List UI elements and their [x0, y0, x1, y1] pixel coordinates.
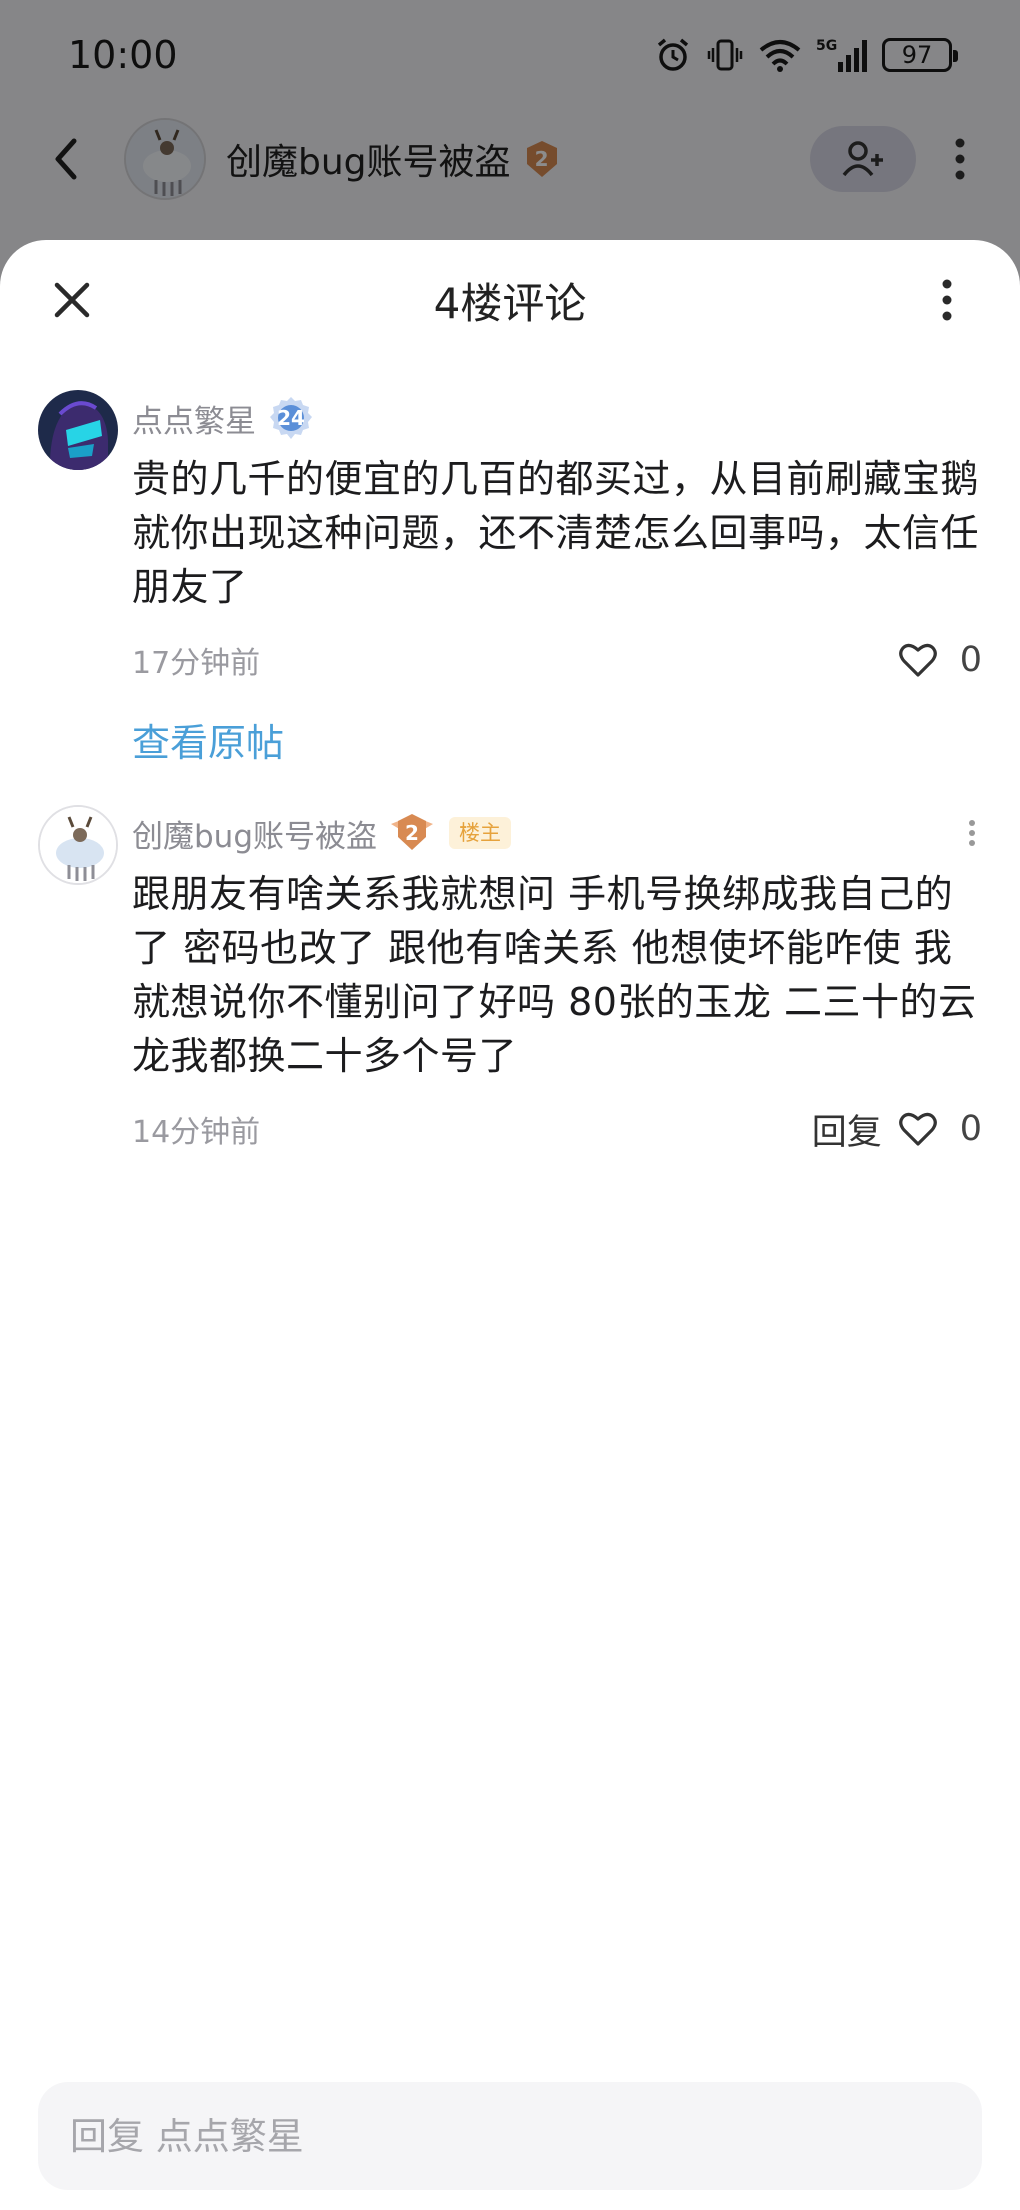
comment-text: 贵的几千的便宜的几百的都买过，从目前刷藏宝鹅就你出现这种问题，还不清楚怎么回事吗…: [132, 457, 980, 609]
comment-header: 点点繁星 24: [132, 390, 982, 446]
avatar[interactable]: [38, 390, 118, 470]
level-number: 2: [405, 821, 419, 845]
owner-tag: 楼主: [449, 817, 512, 849]
heart-icon[interactable]: [898, 641, 938, 679]
more-vertical-icon: [969, 820, 975, 846]
like-count: 0: [959, 1109, 982, 1149]
like-count: 0: [959, 640, 982, 680]
comment-footer: 14分钟前 回复 0: [132, 1099, 982, 1159]
sheet-header: 4楼评论: [0, 240, 1020, 360]
comment-author[interactable]: 创魔bug账号被盗: [132, 811, 377, 856]
comment-text: 跟朋友有啥关系我就想问 手机号换绑成我自己的了 密码也改了 跟他有啥关系 他想使…: [132, 872, 977, 1078]
comment-actions: 回复 0: [812, 1104, 982, 1155]
view-original-post-link[interactable]: 查看原帖: [132, 712, 982, 767]
reply-button[interactable]: 回复: [812, 1104, 882, 1155]
level-badge: 2: [387, 810, 437, 856]
comment-author[interactable]: 点点繁星: [132, 396, 256, 441]
close-icon: [54, 282, 90, 318]
more-vertical-icon: [942, 279, 952, 321]
close-button[interactable]: [42, 270, 102, 330]
sheet-title: 4楼评论: [433, 278, 587, 328]
comment-item: 点点繁星 24 贵的几千的便宜的几百的都买过，从目前刷藏宝鹅就你出现这种问题，还…: [0, 390, 1020, 767]
reply-input[interactable]: [70, 2114, 982, 2158]
comment-actions: 0: [898, 640, 982, 680]
comment-footer: 17分钟前 0: [132, 630, 982, 690]
sheet-more-button[interactable]: [932, 270, 962, 330]
avatar[interactable]: [38, 805, 118, 885]
comment-time: 14分钟前: [132, 1115, 261, 1150]
comment-item: 创魔bug账号被盗 2 楼主 跟朋友有啥关系我就想问 手机号换绑成我自己的了 密…: [0, 805, 1020, 1159]
reply-bar: [38, 2082, 982, 2190]
level-badge: 24: [266, 395, 316, 441]
comment-sheet: 4楼评论 点点繁星 24 贵的几千的便宜的几百的都买过，从目前刷藏宝鹅就你出现这…: [0, 240, 1020, 2210]
heart-icon[interactable]: [898, 1110, 938, 1148]
comment-header: 创魔bug账号被盗 2 楼主: [132, 805, 982, 861]
comment-time: 17分钟前: [132, 646, 261, 681]
comment-more-button[interactable]: [962, 813, 982, 853]
level-number: 24: [277, 406, 305, 430]
